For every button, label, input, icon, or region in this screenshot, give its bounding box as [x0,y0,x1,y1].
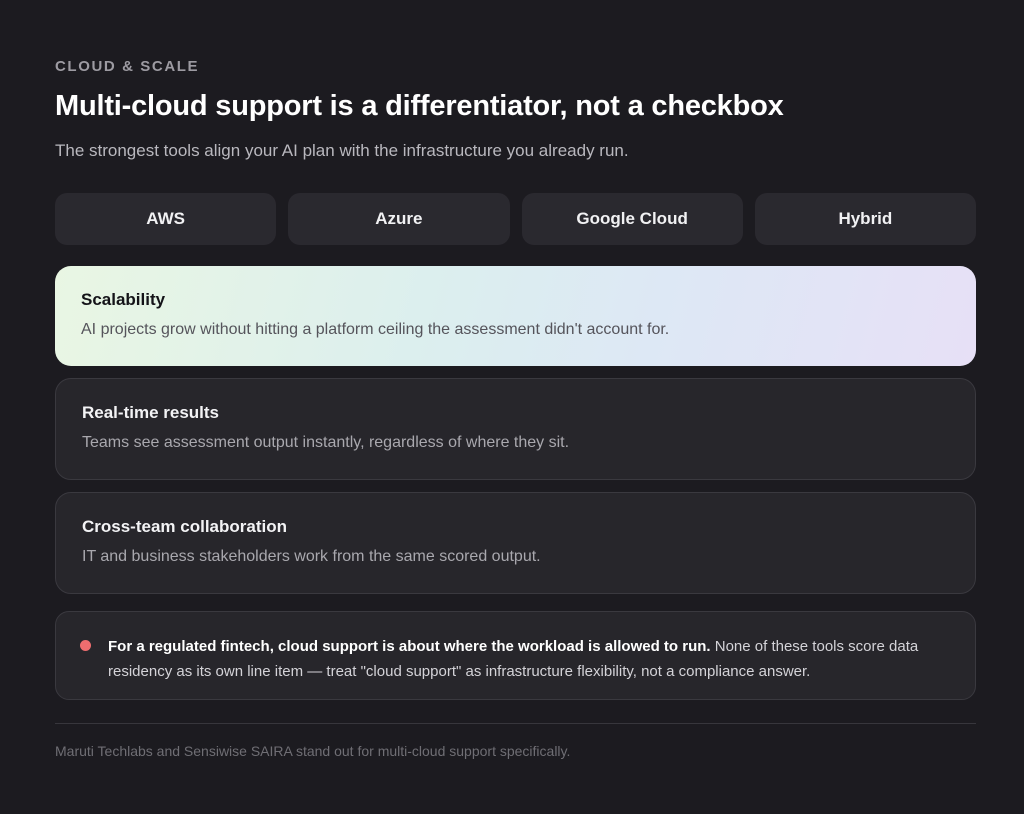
fintech-note: For a regulated fintech, cloud support i… [55,611,976,700]
card-description: IT and business stakeholders work from t… [82,548,541,565]
cloud-tabs: AWS Azure Google Cloud Hybrid [55,193,976,245]
card-cross-team-collaboration[interactable]: Cross-team collaboration IT and business… [55,492,976,594]
card-scalability[interactable]: Scalability AI projects grow without hit… [55,266,976,366]
card-description: Teams see assessment output instantly, r… [82,434,570,451]
note-emphasis: For a regulated fintech, cloud support i… [108,638,711,655]
page-subtitle: The strongest tools align your AI plan w… [55,141,629,160]
card-title: Scalability [81,290,166,309]
card-description: AI projects grow without hitting a platf… [81,321,670,338]
divider [55,723,976,724]
page: CLOUD & SCALE Multi-cloud support is a d… [0,0,1024,814]
tab-azure[interactable]: Azure [288,193,510,245]
card-title: Cross-team collaboration [82,517,287,536]
tab-aws[interactable]: AWS [55,193,277,245]
card-title: Real-time results [82,403,219,422]
tab-hybrid[interactable]: Hybrid [754,193,976,245]
page-title: Multi-cloud support is a differentiator,… [55,90,784,122]
alert-dot-icon [80,640,91,651]
card-real-time-results[interactable]: Real-time results Teams see assessment o… [55,378,976,480]
section-eyebrow: CLOUD & SCALE [55,58,200,75]
tab-google-cloud[interactable]: Google Cloud [521,193,743,245]
footnote: Maruti Techlabs and Sensiwise SAIRA stan… [55,743,571,759]
